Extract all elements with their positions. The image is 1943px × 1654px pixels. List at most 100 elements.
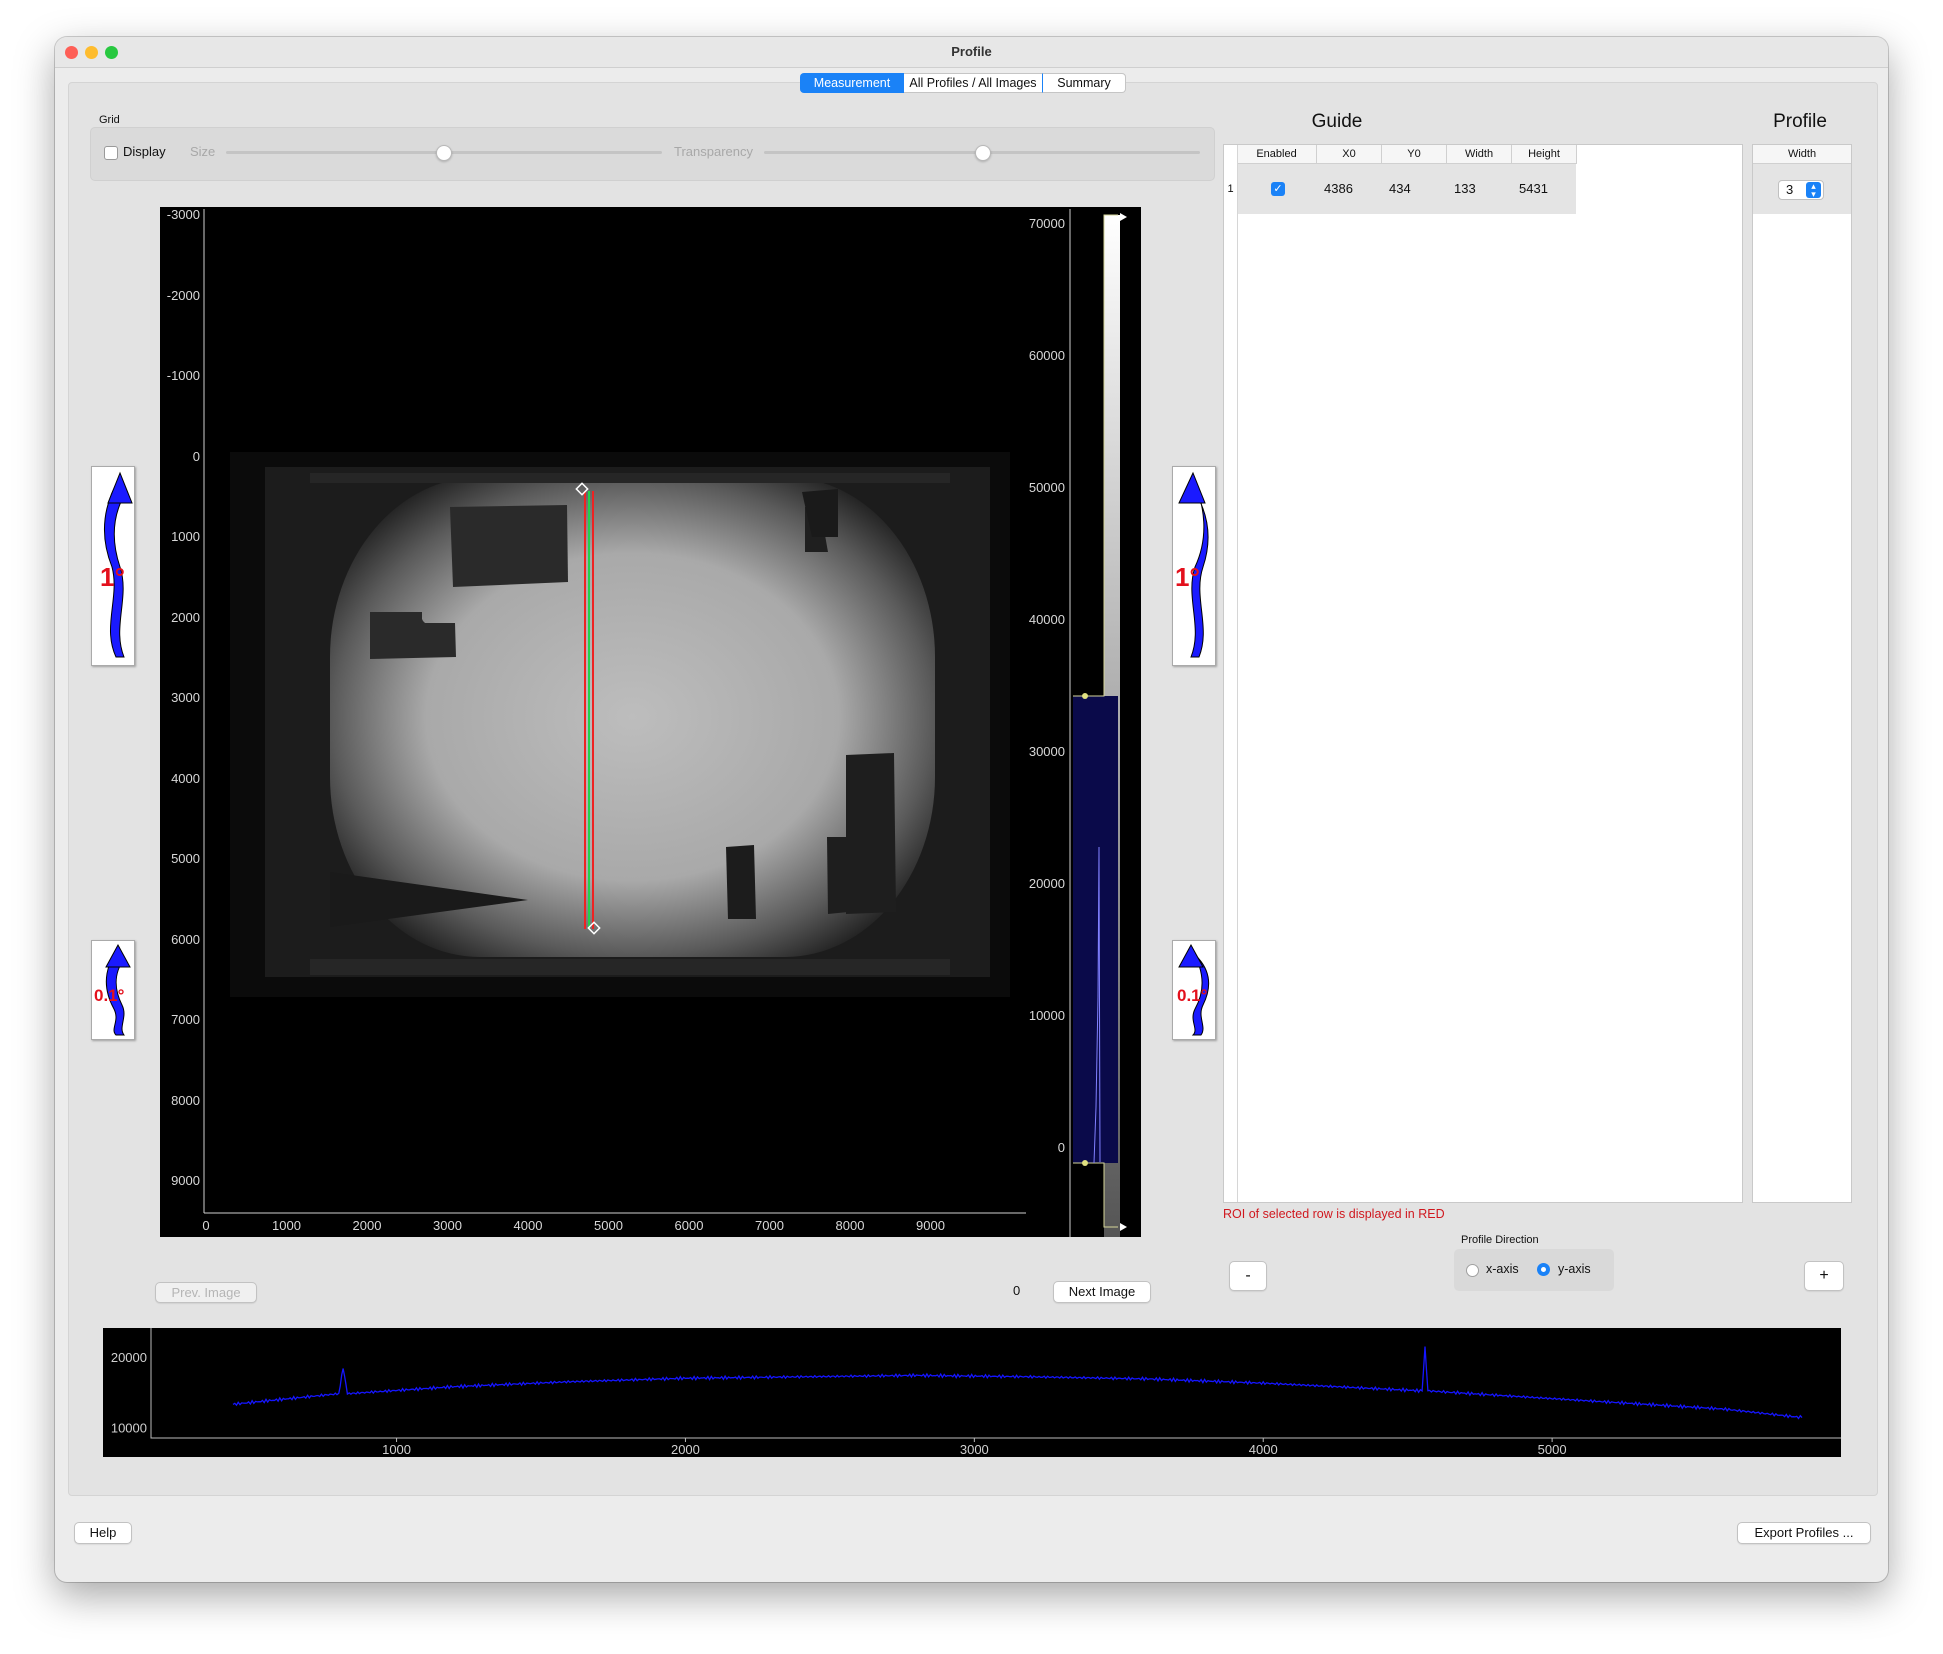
image-x-tick: 7000 <box>755 1218 784 1233</box>
row-header-corner <box>1224 145 1238 163</box>
next-image-button[interactable]: Next Image <box>1053 1281 1151 1303</box>
window-title: Profile <box>951 44 992 59</box>
image-y-tick: 1000 <box>171 529 200 544</box>
rotate-large-label: 1° <box>100 562 125 592</box>
x-axis-label: x-axis <box>1486 1262 1519 1276</box>
cell-width[interactable]: 133 <box>1454 164 1476 214</box>
image-y-tick: 0 <box>192 448 200 464</box>
chart-x-tick-label: 1000 <box>382 1442 411 1457</box>
image-y-tick: -2000 <box>166 287 200 303</box>
image-y-tick: 8000 <box>171 1092 200 1108</box>
guide-table[interactable]: Enabled X0 Y0 Width Height 1 ✓ 4386 434 … <box>1223 144 1743 1203</box>
y-axis-label: y-axis <box>1558 1262 1591 1276</box>
histogram-tick: 40000 <box>1028 612 1065 627</box>
x-axis-radio[interactable] <box>1466 1264 1479 1277</box>
y-axis-radio[interactable] <box>1537 1263 1550 1276</box>
tab-summary[interactable]: Summary <box>1043 73 1126 93</box>
stepper-arrows-icon[interactable]: ▴ ▾ <box>1806 182 1821 199</box>
roi-note: ROI of selected row is displayed in RED <box>1223 1207 1445 1221</box>
image-y-tick: -1000 <box>166 368 200 383</box>
help-button[interactable]: Help <box>74 1522 132 1544</box>
tab-measurement[interactable]: Measurement <box>800 73 904 93</box>
rotate-large-label-right: 1° <box>1175 562 1200 592</box>
width-stepper[interactable]: 3 ▴ ▾ <box>1778 180 1824 200</box>
image-x-tick: 2000 <box>352 1218 382 1233</box>
chart-x-tick-label: 4000 <box>1249 1442 1278 1457</box>
direction-box: x-axis y-axis <box>1454 1249 1614 1291</box>
export-profiles-button[interactable]: Export Profiles ... <box>1737 1522 1871 1544</box>
rotate-ccw-1-button[interactable]: 1° <box>91 466 135 666</box>
cell-x0[interactable]: 4386 <box>1324 164 1353 214</box>
image-x-tick: 3000 <box>433 1218 462 1233</box>
image-x-tick: 5000 <box>594 1218 623 1233</box>
col-profile-width[interactable]: Width <box>1753 145 1851 164</box>
transparency-label: Transparency <box>674 144 753 159</box>
chart-y-tick-label: 10000 <box>111 1420 147 1435</box>
col-x0[interactable]: X0 <box>1317 145 1382 164</box>
profile-title: Profile <box>1773 111 1827 132</box>
chart-x-tick-label: 2000 <box>671 1442 700 1457</box>
chart-y-tick-label: 20000 <box>111 1350 147 1365</box>
histogram-tick: 50000 <box>1028 480 1065 495</box>
histogram-tick: 30000 <box>1028 744 1065 759</box>
display-checkbox[interactable] <box>104 146 118 160</box>
profile-direction-label: Profile Direction <box>1461 1234 1539 1246</box>
transparency-slider-knob[interactable] <box>975 145 991 161</box>
tab-all-profiles[interactable]: All Profiles / All Images <box>904 73 1043 93</box>
image-x-tick: 8000 <box>835 1218 865 1233</box>
image-x-tick: 6000 <box>674 1218 704 1233</box>
histogram-tick: 0 <box>1057 1140 1065 1155</box>
image-y-tick: 2000 <box>171 609 200 625</box>
size-label: Size <box>190 144 216 159</box>
col-enabled[interactable]: Enabled <box>1237 145 1317 164</box>
image-view[interactable]: -3000 -2000 -1000 0 1000 2000 3000 4000 5000 6000… <box>160 207 1141 1237</box>
cell-height[interactable]: 5431 <box>1519 164 1548 214</box>
profile-chart[interactable]: 1000 2000 3000 4000 5000 20000 10000 <box>103 1328 1841 1457</box>
rotate-ccw-01-button[interactable]: 0.1° <box>91 940 135 1040</box>
cell-y0[interactable]: 434 <box>1389 164 1411 214</box>
rotate-small-label: 0.1° <box>94 986 125 1005</box>
row-header-divider <box>1237 145 1238 1202</box>
image-y-tick: 5000 <box>171 851 200 866</box>
guide-title: Guide <box>1311 111 1363 132</box>
grid-section-label: Grid <box>99 114 120 126</box>
image-index: 0 <box>1013 1283 1021 1298</box>
histogram-tick: 60000 <box>1028 348 1065 363</box>
plus-button[interactable]: + <box>1804 1261 1844 1291</box>
col-height[interactable]: Height <box>1512 145 1577 164</box>
image-y-tick: 7000 <box>171 1012 200 1027</box>
image-y-tick: 6000 <box>171 931 200 947</box>
profile-series-line <box>232 1346 1803 1420</box>
image-x-tick: 1000 <box>272 1218 301 1233</box>
profile-window: Profile Measurement All Profiles / All I… <box>55 37 1888 1582</box>
display-label: Display <box>123 144 166 159</box>
col-width[interactable]: Width <box>1447 145 1512 164</box>
histogram-tick: 10000 <box>1028 1008 1065 1023</box>
width-value: 3 <box>1786 182 1794 197</box>
image-x-tick: 9000 <box>916 1218 945 1233</box>
title-bar: Profile <box>55 37 1888 68</box>
image-canvas <box>203 209 1127 1237</box>
image-y-tick: 4000 <box>171 770 200 786</box>
rotate-cw-1-button[interactable]: 1° <box>1172 466 1216 666</box>
enabled-checkbox[interactable]: ✓ <box>1271 182 1285 196</box>
histogram-tick: 70000 <box>1028 216 1065 231</box>
image-y-tick: -3000 <box>166 207 200 222</box>
minus-button[interactable]: - <box>1229 1261 1267 1291</box>
chart-x-tick-label: 5000 <box>1538 1442 1567 1457</box>
image-x-tick: 4000 <box>513 1218 543 1233</box>
col-y0[interactable]: Y0 <box>1382 145 1447 164</box>
image-y-tick: 9000 <box>171 1173 200 1188</box>
image-x-tick: 0 <box>202 1218 210 1233</box>
profile-plot: 1000 2000 3000 4000 5000 20000 10000 <box>111 1328 1841 1457</box>
grid-box: Display Size Transparency <box>90 127 1215 181</box>
prev-image-button[interactable]: Prev. Image <box>155 1282 257 1303</box>
row-index: 1 <box>1227 183 1234 195</box>
size-slider-knob[interactable] <box>436 145 452 161</box>
profile-table[interactable]: Width 3 ▴ ▾ <box>1752 144 1852 1203</box>
rotate-cw-01-button[interactable]: 0.1° <box>1172 940 1216 1040</box>
chart-x-tick-label: 3000 <box>960 1442 989 1457</box>
rotate-small-label-right: 0.1° <box>1177 986 1208 1005</box>
image-y-tick: 3000 <box>171 690 200 705</box>
histogram-tick: 20000 <box>1028 876 1065 891</box>
